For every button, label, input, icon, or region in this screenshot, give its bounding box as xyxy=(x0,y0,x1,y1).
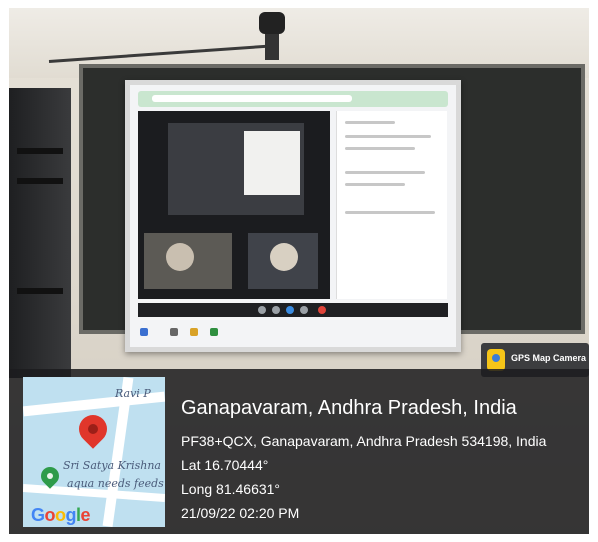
more-icon xyxy=(300,306,308,314)
map-pin-app-icon xyxy=(487,349,505,371)
video-call-area xyxy=(138,111,330,299)
webcam-icon xyxy=(259,12,285,34)
google-logo: Google xyxy=(31,505,91,526)
logo-letter: o xyxy=(44,505,56,525)
windows-taskbar xyxy=(130,323,456,343)
location-overlay: Ravi P Sri Satya Krishna aqua needs feed… xyxy=(9,369,589,534)
participant-tile xyxy=(248,233,318,289)
cabinet-slot xyxy=(17,148,63,154)
shared-slide xyxy=(244,131,300,195)
cabinet xyxy=(9,88,71,378)
logo-letter: g xyxy=(65,505,77,525)
logo-letter: o xyxy=(55,505,66,525)
browser-bar xyxy=(138,91,448,107)
url-bar xyxy=(152,95,352,102)
avatar xyxy=(270,243,298,271)
camera-icon xyxy=(272,306,280,314)
panel-line xyxy=(345,211,435,214)
cabinet-slot xyxy=(17,178,63,184)
taskbar-icon xyxy=(210,328,218,336)
map-label: Ravi P xyxy=(115,387,151,400)
map-label: aqua needs feeds xyxy=(67,477,164,490)
map-thumbnail: Ravi P Sri Satya Krishna aqua needs feed… xyxy=(23,377,165,527)
photo-frame: GPS Map Camera Ravi P Sri Satya Krishna … xyxy=(0,0,598,542)
location-title: Ganapavaram, Andhra Pradesh, India xyxy=(181,397,517,419)
logo-letter: e xyxy=(80,505,91,525)
map-label: Sri Satya Krishna xyxy=(63,459,161,472)
logo-letter: G xyxy=(31,505,45,525)
hangup-icon xyxy=(318,306,326,314)
longitude: Long 81.46631° xyxy=(181,481,281,497)
mic-icon xyxy=(258,306,266,314)
panel-line xyxy=(345,135,431,138)
shared-screen xyxy=(168,123,304,215)
classroom-photo: GPS Map Camera Ravi P Sri Satya Krishna … xyxy=(9,8,589,534)
start-icon xyxy=(140,328,148,336)
location-address: PF38+QCX, Ganapavaram, Andhra Pradesh 53… xyxy=(181,433,547,449)
projector-screen xyxy=(125,80,461,352)
panel-line xyxy=(345,183,405,186)
cabinet-slot xyxy=(17,288,63,294)
location-pin-icon xyxy=(73,409,113,449)
call-controls xyxy=(138,303,448,317)
badge-label: GPS Map Camera xyxy=(511,353,587,363)
taskbar-icon xyxy=(170,328,178,336)
latitude: Lat 16.70444° xyxy=(181,457,269,473)
avatar xyxy=(166,243,194,271)
panel-line xyxy=(345,171,425,174)
participant-tile xyxy=(144,233,232,289)
panel-line xyxy=(345,147,415,150)
webcam-stand xyxy=(265,32,279,60)
datetime: 21/09/22 02:20 PM xyxy=(181,505,300,521)
present-icon xyxy=(286,306,294,314)
taskbar-icon xyxy=(190,328,198,336)
side-panel xyxy=(336,111,447,299)
panel-line xyxy=(345,121,395,124)
